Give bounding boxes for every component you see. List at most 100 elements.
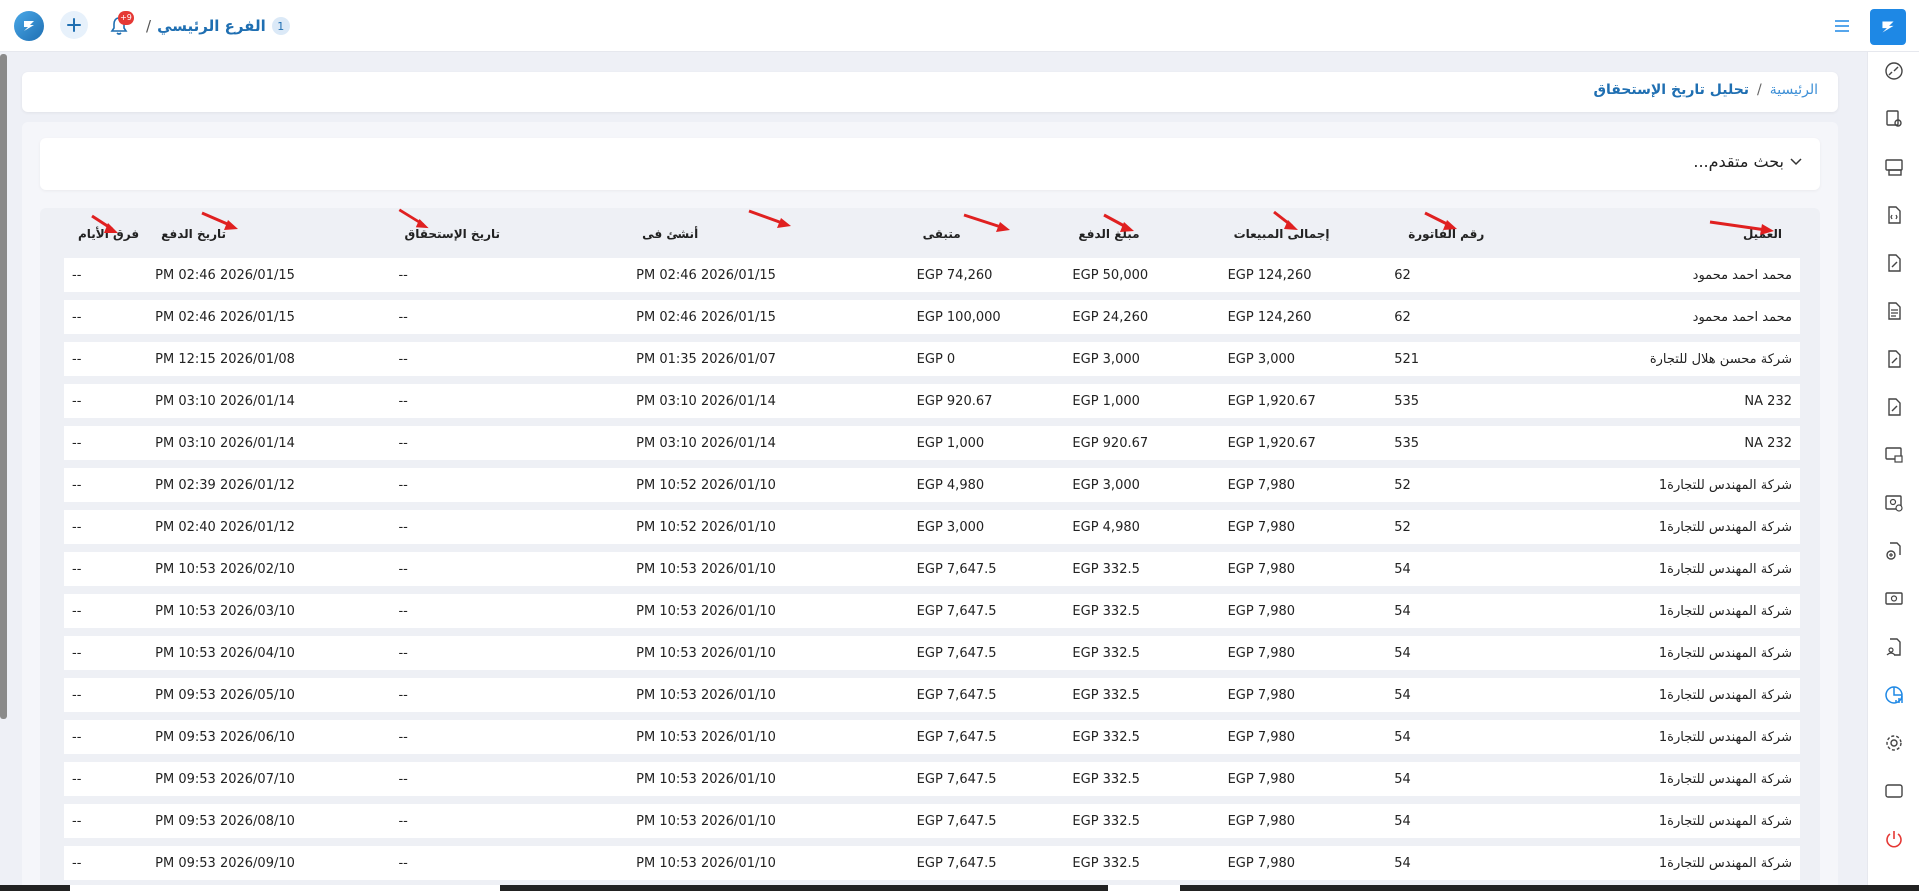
- advanced-search-label: بحث متقدم...: [1693, 152, 1784, 171]
- cell-client: شركة المهندس للتجارة1: [1528, 468, 1800, 502]
- table-row[interactable]: شركة المهندس للتجارة1 54 EGP 7,980 EGP 332.…: [64, 762, 1800, 796]
- header-client[interactable]: العميل: [1529, 208, 1800, 250]
- file-user-icon[interactable]: [1881, 634, 1907, 660]
- cell-created-at: PM 10:53 2026/01/10: [628, 846, 909, 880]
- page-scrollbar[interactable]: [0, 54, 7, 719]
- cell-due-date: --: [390, 636, 629, 670]
- cell-paid-amount: EGP 332.5: [1064, 678, 1220, 712]
- cell-sales-total: EGP 7,980: [1219, 762, 1395, 796]
- cash-icon[interactable]: [1881, 586, 1907, 612]
- table-row[interactable]: شركة المهندس للتجارة1 54 EGP 7,980 EGP 332.…: [64, 678, 1800, 712]
- cell-invoice: 54: [1394, 678, 1529, 712]
- table-row[interactable]: محمد احمد محمود 62 EGP 124,260 EGP 24,260 EG…: [64, 300, 1800, 334]
- cell-pay-date: PM 12:15 2026/01/08: [147, 342, 391, 376]
- user-settings-icon[interactable]: [1881, 490, 1907, 516]
- table-row[interactable]: NA 232 535 EGP 1,920.67 EGP 1,000 EGP 920.67…: [64, 384, 1800, 418]
- cell-sales-total: EGP 124,260: [1219, 300, 1395, 334]
- notifications-badge: +9: [118, 11, 134, 25]
- cell-sales-total: EGP 124,260: [1219, 258, 1395, 292]
- cell-due-date: --: [390, 342, 629, 376]
- cell-sales-total: EGP 7,980: [1219, 720, 1395, 754]
- breadcrumb-home-link[interactable]: الرئيسية: [1770, 82, 1818, 98]
- header-due-date[interactable]: تاريخ الإستحقاق: [390, 208, 628, 250]
- cell-invoice: 535: [1394, 426, 1529, 460]
- header-client-label: العميل: [1742, 227, 1782, 241]
- table-row[interactable]: شركة المهندس للتجارة1 54 EGP 7,980 EGP 332.…: [64, 720, 1800, 754]
- table-row[interactable]: شركة المهندس للتجارة1 54 EGP 7,980 EGP 332.…: [64, 594, 1800, 628]
- table-row[interactable]: شركة المهندس للتجارة1 54 EGP 7,980 EGP 332.…: [64, 846, 1800, 880]
- cell-paid-amount: EGP 332.5: [1064, 552, 1220, 586]
- header-days-diff[interactable]: فرق الأيام: [64, 208, 147, 250]
- table-row[interactable]: شركة المهندس للتجارة1 52 EGP 7,980 EGP 3,00…: [64, 468, 1800, 502]
- cell-client: شركة المهندس للتجارة1: [1528, 678, 1800, 712]
- cell-client: NA 232: [1528, 426, 1800, 460]
- cell-invoice: 54: [1394, 762, 1529, 796]
- analytics-icon[interactable]: [1881, 682, 1907, 708]
- table-row[interactable]: NA 232 535 EGP 1,920.67 EGP 920.67 EGP 1,000…: [64, 426, 1800, 460]
- cell-sales-total: EGP 1,920.67: [1219, 426, 1395, 460]
- cell-sales-total: EGP 7,980: [1219, 510, 1395, 544]
- document-icon[interactable]: [1881, 298, 1907, 324]
- cell-due-date: --: [390, 720, 629, 754]
- header-pay-date-label: تاريخ الدفع: [161, 227, 227, 241]
- edit-file-icon[interactable]: [1881, 250, 1907, 276]
- header-paid-amount[interactable]: مبلغ الدفع: [1064, 208, 1219, 250]
- window-icon[interactable]: [1881, 778, 1907, 804]
- code-file-icon[interactable]: [1881, 202, 1907, 228]
- cell-pay-date: PM 10:53 2026/02/10: [147, 552, 391, 586]
- cell-paid-amount: EGP 332.5: [1064, 804, 1220, 838]
- add-document-icon[interactable]: [1881, 538, 1907, 564]
- cell-created-at: PM 02:46 2026/01/15: [628, 258, 909, 292]
- cell-remaining: EGP 7,647.5: [908, 552, 1065, 586]
- cell-days-diff: --: [64, 720, 148, 754]
- branch-selector[interactable]: 1 الفرع الرئيسي /: [146, 14, 290, 38]
- header-remaining[interactable]: متبقى: [909, 208, 1065, 250]
- breadcrumb-separator: /: [1757, 82, 1762, 98]
- cell-invoice: 54: [1394, 804, 1529, 838]
- table-row[interactable]: شركة المهندس للتجارة1 54 EGP 7,980 EGP 332.…: [64, 636, 1800, 670]
- table-row[interactable]: محمد احمد محمود 62 EGP 124,260 EGP 50,000 EG…: [64, 258, 1800, 292]
- cell-sales-total: EGP 7,980: [1219, 636, 1395, 670]
- header-pay-date[interactable]: تاريخ الدفع: [147, 208, 390, 250]
- chevron-down-icon: [1790, 157, 1802, 165]
- menu-toggle-button[interactable]: [1832, 16, 1852, 36]
- cell-due-date: --: [390, 804, 629, 838]
- header-sales-total[interactable]: إجمالى المبيعات: [1220, 208, 1395, 250]
- cell-days-diff: --: [64, 804, 148, 838]
- breadcrumb: الرئيسية / تحليل تاريخ الإستحقاق: [1593, 82, 1818, 98]
- notifications-button[interactable]: +9: [106, 11, 134, 40]
- invoice-user-icon[interactable]: [1881, 106, 1907, 132]
- table-row[interactable]: شركة المهندس للتجارة1 54 EGP 7,980 EGP 332.…: [64, 552, 1800, 586]
- header-paid-amount-label: مبلغ الدفع: [1078, 227, 1140, 241]
- cell-client: شركة المهندس للتجارة1: [1528, 846, 1800, 880]
- app-logo-icon[interactable]: [14, 11, 44, 41]
- cell-created-at: PM 03:10 2026/01/14: [628, 426, 909, 460]
- cell-created-at: PM 10:53 2026/01/10: [628, 804, 909, 838]
- header-created-at[interactable]: أنشئ فى: [628, 208, 908, 250]
- speedometer-icon[interactable]: [1881, 58, 1907, 84]
- header-invoice[interactable]: رقم الفاتورة: [1394, 208, 1528, 250]
- cell-invoice: 535: [1394, 384, 1529, 418]
- add-button[interactable]: [60, 11, 88, 39]
- cell-due-date: --: [390, 426, 629, 460]
- cell-pay-date: PM 02:39 2026/01/12: [147, 468, 391, 502]
- cell-invoice: 52: [1394, 468, 1529, 502]
- cell-sales-total: EGP 7,980: [1219, 594, 1395, 628]
- sidebar-logo-icon[interactable]: [1870, 9, 1906, 45]
- header-sales-total-label: إجمالى المبيعات: [1233, 227, 1330, 241]
- edit-file-icon[interactable]: [1881, 346, 1907, 372]
- cell-days-diff: --: [64, 384, 148, 418]
- gear-icon[interactable]: [1881, 730, 1907, 756]
- edit-file-icon[interactable]: [1881, 394, 1907, 420]
- cell-days-diff: --: [64, 594, 148, 628]
- table-row[interactable]: شركة المهندس للتجارة1 52 EGP 7,980 EGP 4,98…: [64, 510, 1800, 544]
- monitor-card-icon[interactable]: [1881, 442, 1907, 468]
- power-icon[interactable]: [1881, 826, 1907, 852]
- cell-days-diff: --: [64, 762, 148, 796]
- cell-days-diff: --: [64, 300, 148, 334]
- advanced-search-toggle[interactable]: بحث متقدم...: [1693, 152, 1802, 171]
- table-row[interactable]: شركة محسن هلال للتجارة 521 EGP 3,000 EGP 3,…: [64, 342, 1800, 376]
- cell-due-date: --: [390, 762, 629, 796]
- register-icon[interactable]: [1881, 154, 1907, 180]
- table-row[interactable]: شركة المهندس للتجارة1 54 EGP 7,980 EGP 332.…: [64, 804, 1800, 838]
